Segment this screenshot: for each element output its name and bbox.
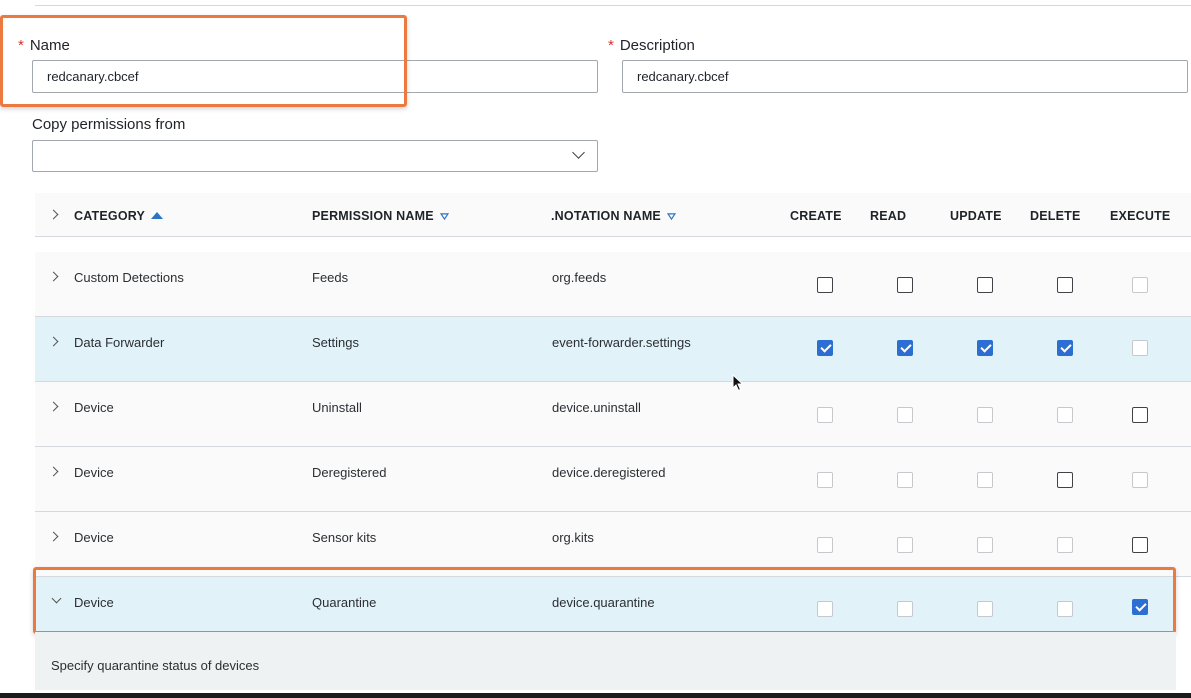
column-header-category[interactable]: CATEGORY bbox=[74, 209, 164, 223]
column-header-permission-name[interactable]: PERMISSION NAME bbox=[312, 209, 449, 223]
update-checkbox-disabled bbox=[977, 472, 993, 488]
description-label-text: Description bbox=[619, 37, 695, 54]
update-checkbox[interactable] bbox=[977, 277, 993, 293]
column-header-create: CREATE bbox=[790, 209, 842, 223]
read-checkbox-disabled bbox=[897, 537, 913, 553]
row-permission-name: Quarantine bbox=[312, 595, 377, 610]
required-mark: * bbox=[18, 37, 24, 54]
row-category: Device bbox=[74, 530, 114, 545]
column-header-update: UPDATE bbox=[950, 209, 1002, 223]
read-checkbox-disabled bbox=[897, 407, 913, 423]
chevron-right-icon[interactable] bbox=[48, 336, 59, 347]
column-header-execute: EXECUTE bbox=[1110, 209, 1171, 223]
row-permission-name: Feeds bbox=[312, 270, 349, 285]
chevron-down-icon[interactable] bbox=[51, 593, 62, 604]
create-checkbox-disabled bbox=[817, 407, 833, 423]
column-header-permission-name-text: PERMISSION NAME bbox=[312, 209, 434, 223]
update-checkbox-disabled bbox=[977, 601, 993, 617]
delete-checkbox-disabled bbox=[1057, 601, 1073, 617]
table-row-expanded[interactable]: Device Quarantine device.quarantine bbox=[35, 577, 1176, 632]
row-notation-name: org.kits bbox=[552, 530, 594, 545]
copy-permissions-select[interactable] bbox=[32, 140, 598, 172]
row-category: Device bbox=[74, 595, 114, 610]
row-notation-name: device.quarantine bbox=[552, 595, 655, 610]
chevron-down-icon bbox=[572, 146, 585, 159]
create-checkbox-checked[interactable] bbox=[817, 340, 833, 356]
row-permission-name: Uninstall bbox=[312, 400, 362, 415]
sort-ascending-icon bbox=[151, 212, 164, 219]
create-checkbox[interactable] bbox=[817, 277, 833, 293]
expand-all-chevron-right-icon[interactable] bbox=[48, 209, 59, 220]
row-category: Device bbox=[74, 400, 114, 415]
description-label: * Description bbox=[608, 37, 695, 54]
delete-checkbox[interactable] bbox=[1057, 472, 1073, 488]
name-label: * Name bbox=[18, 37, 70, 54]
execute-checkbox[interactable] bbox=[1132, 537, 1148, 553]
top-divider bbox=[35, 5, 1191, 6]
create-checkbox-disabled bbox=[817, 537, 833, 553]
table-row[interactable]: Device Sensor kits org.kits bbox=[35, 512, 1191, 577]
permission-description: Specify quarantine status of devices bbox=[51, 658, 260, 673]
copy-permissions-label: Copy permissions from bbox=[32, 116, 186, 133]
sort-unsorted-icon bbox=[666, 213, 676, 220]
description-input[interactable] bbox=[622, 60, 1188, 93]
execute-checkbox-checked[interactable] bbox=[1132, 599, 1148, 615]
create-checkbox-disabled bbox=[817, 472, 833, 488]
chevron-right-icon[interactable] bbox=[48, 466, 59, 477]
row-permission-name: Settings bbox=[312, 335, 359, 350]
chevron-right-icon[interactable] bbox=[48, 401, 59, 412]
read-checkbox-disabled bbox=[897, 472, 913, 488]
row-notation-name: org.feeds bbox=[552, 270, 607, 285]
execute-checkbox-disabled bbox=[1132, 472, 1148, 488]
read-checkbox-checked[interactable] bbox=[897, 340, 913, 356]
delete-checkbox[interactable] bbox=[1057, 277, 1073, 293]
name-label-text: Name bbox=[29, 37, 70, 54]
column-header-notation-name[interactable]: .NOTATION NAME bbox=[551, 209, 676, 223]
mouse-pointer-icon bbox=[732, 374, 744, 392]
update-checkbox-disabled bbox=[977, 407, 993, 423]
table-row[interactable]: Data Forwarder Settings event-forwarder.… bbox=[35, 317, 1191, 382]
required-mark: * bbox=[608, 37, 614, 54]
row-permission-name: Sensor kits bbox=[312, 530, 377, 545]
execute-checkbox-disabled bbox=[1132, 277, 1148, 293]
row-permission-name: Deregistered bbox=[312, 465, 387, 480]
execute-checkbox-disabled bbox=[1132, 340, 1148, 356]
row-notation-name: event-forwarder.settings bbox=[552, 335, 691, 350]
update-checkbox-checked[interactable] bbox=[977, 340, 993, 356]
delete-checkbox-disabled bbox=[1057, 537, 1073, 553]
bottom-edge bbox=[0, 693, 1191, 698]
table-row[interactable]: Device Deregistered device.deregistered bbox=[35, 447, 1191, 512]
row-category: Device bbox=[74, 465, 114, 480]
row-category: Data Forwarder bbox=[74, 335, 165, 350]
table-row[interactable]: Device Uninstall device.uninstall bbox=[35, 382, 1191, 447]
row-notation-name: device.deregistered bbox=[552, 465, 666, 480]
column-header-notation-name-text: .NOTATION NAME bbox=[551, 209, 661, 223]
delete-checkbox-disabled bbox=[1057, 407, 1073, 423]
read-checkbox[interactable] bbox=[897, 277, 913, 293]
execute-checkbox[interactable] bbox=[1132, 407, 1148, 423]
table-row[interactable]: Custom Detections Feeds org.feeds bbox=[35, 252, 1191, 317]
chevron-right-icon[interactable] bbox=[48, 271, 59, 282]
update-checkbox-disabled bbox=[977, 537, 993, 553]
row-category: Custom Detections bbox=[74, 270, 184, 285]
column-header-read: READ bbox=[870, 209, 907, 223]
sort-unsorted-icon bbox=[439, 213, 449, 220]
expanded-row-description: Specify quarantine status of devices bbox=[35, 632, 1176, 690]
chevron-right-icon[interactable] bbox=[48, 531, 59, 542]
read-checkbox-disabled bbox=[897, 601, 913, 617]
column-header-category-text: CATEGORY bbox=[74, 209, 146, 223]
delete-checkbox-checked[interactable] bbox=[1057, 340, 1073, 356]
table-header: CATEGORY PERMISSION NAME .NOTATION NAME … bbox=[35, 193, 1191, 237]
row-notation-name: device.uninstall bbox=[552, 400, 641, 415]
create-checkbox-disabled bbox=[817, 601, 833, 617]
column-header-delete: DELETE bbox=[1030, 209, 1081, 223]
name-input[interactable] bbox=[32, 60, 598, 93]
